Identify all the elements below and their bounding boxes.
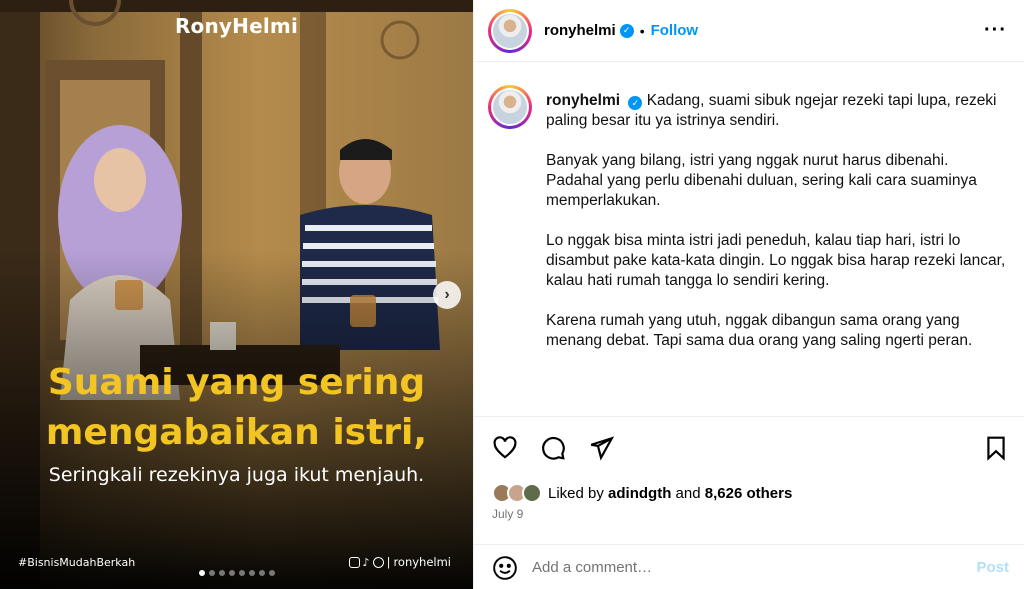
tiktok-icon: ♪ (362, 555, 370, 569)
comment-input[interactable] (532, 559, 952, 576)
verified-badge-icon: ✓ (628, 96, 643, 110)
likes-summary: Liked by adindgth and 8,626 others (492, 483, 792, 503)
action-icons (492, 435, 614, 461)
carousel-dot (218, 570, 225, 576)
verified-badge-icon: ✓ (619, 23, 634, 38)
caption-text: ronyhelmi ✓ Kadang, suami sibuk ngejar r… (546, 91, 1006, 371)
post-actions: Liked by adindgth and 8,626 others July … (474, 416, 1024, 589)
avatar-image (493, 13, 527, 48)
follow-button[interactable]: Follow (651, 22, 699, 39)
carousel-dot (268, 570, 275, 576)
liked-by-user[interactable]: adindgth (608, 485, 671, 502)
header-username[interactable]: ronyhelmi (544, 22, 616, 39)
emoji-icon[interactable] (492, 555, 518, 581)
heart-icon[interactable] (492, 435, 518, 461)
brand-watermark: RonyHelmi (174, 14, 299, 38)
caption-username[interactable]: ronyhelmi (546, 92, 620, 109)
instagram-post: RonyHelmi Suami yang sering mengabaikan … (0, 0, 1024, 589)
caption-paragraph-2: Banyak yang bilang, istri yang nggak nur… (546, 152, 977, 209)
carousel-dot (228, 570, 235, 576)
headline-line-2: mengabaikan istri, (45, 412, 428, 453)
carousel-dot (198, 570, 205, 576)
liked-by-prefix: Liked by (548, 484, 604, 502)
photo-scene (0, 0, 473, 589)
carousel-dot (238, 570, 245, 576)
caption-paragraph-3: Lo nggak bisa minta istri jadi peneduh, … (546, 232, 1006, 289)
caption-paragraph: ronyhelmi ✓ Kadang, suami sibuk ngejar r… (546, 91, 1006, 131)
avatar[interactable] (488, 8, 532, 53)
caption-avatar[interactable] (488, 85, 532, 129)
post-comment-button[interactable]: Post (976, 559, 1009, 576)
post-media[interactable]: RonyHelmi Suami yang sering mengabaikan … (0, 0, 473, 589)
bookmark-icon[interactable] (983, 435, 1009, 461)
caption-scroll-area[interactable]: ronyhelmi ✓ Kadang, suami sibuk ngejar r… (474, 63, 1024, 416)
liker-avatar[interactable] (522, 483, 542, 503)
post-date[interactable]: July 9 (492, 507, 523, 521)
carousel-dot (248, 570, 255, 576)
social-separator: | (386, 555, 391, 569)
headline-subline: Seringkali rezekinya juga ikut menjauh. (48, 464, 425, 486)
liked-by-others[interactable]: 8,626 others (705, 485, 793, 502)
caption-paragraph-4: Karena rumah yang utuh, nggak dibangun s… (546, 312, 973, 349)
hashtag-text: #BisnisMudahBerkah (18, 556, 136, 569)
threads-icon (372, 556, 384, 568)
avatar-image (493, 90, 527, 124)
more-options-icon[interactable]: ··· (984, 19, 1007, 42)
comment-bar: Post (474, 544, 1024, 589)
send-icon[interactable] (588, 435, 614, 461)
chevron-right-icon: › (444, 286, 450, 303)
liked-by-and: and (675, 484, 701, 502)
carousel-dot (258, 570, 265, 576)
social-handle: ♪ | ronyhelmi (348, 555, 451, 569)
liker-avatars (492, 483, 542, 503)
post-panel: ronyhelmi ✓ • Follow ··· ronyhelmi ✓ Kad… (473, 0, 1024, 589)
instagram-icon (348, 556, 360, 568)
header-separator: • (639, 22, 645, 39)
carousel-dot (208, 570, 215, 576)
avatar-border (491, 88, 529, 126)
carousel-indicator (0, 570, 473, 576)
social-handle-text: ronyhelmi (393, 555, 451, 569)
headline-line-1: Suami yang sering (47, 362, 426, 403)
post-header: ronyhelmi ✓ • Follow ··· (474, 0, 1024, 62)
comment-icon[interactable] (540, 435, 566, 461)
carousel-next-button[interactable]: › (433, 281, 461, 309)
avatar-border (491, 11, 529, 50)
